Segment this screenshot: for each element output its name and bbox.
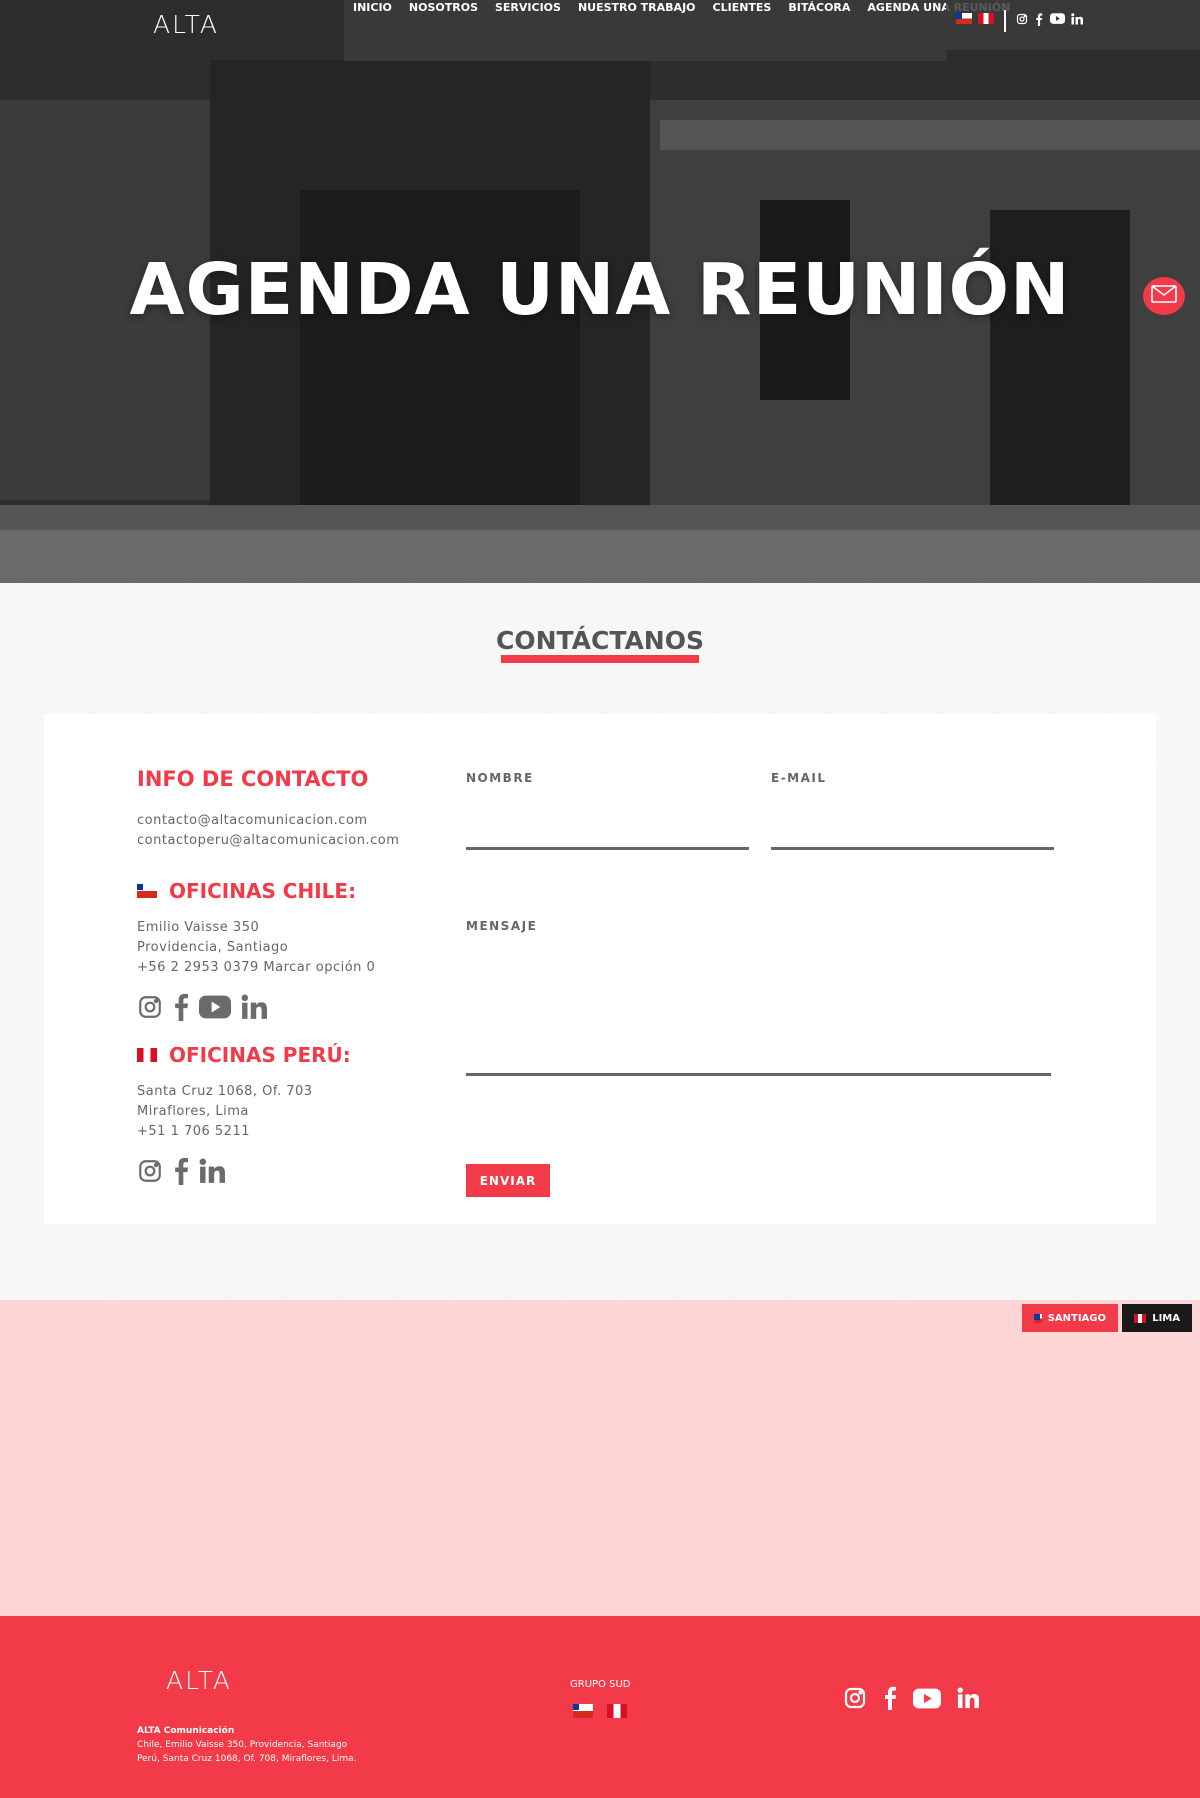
footer-address-chile: Chile, Emilio Vaisse 350, Providencia, S…	[137, 1740, 348, 1750]
envelope-icon	[1151, 285, 1177, 307]
email-input[interactable]	[771, 794, 1054, 834]
chile-city-line: Providencia, Santiago	[137, 940, 289, 955]
site-footer: ALTA ALTA Comunicación Chile, Emilio Vai…	[0, 1616, 1200, 1798]
footer-flags	[573, 1704, 627, 1718]
send-button[interactable]: ENVIAR	[466, 1164, 550, 1197]
map-area[interactable]: SANTIAGO LIMA	[0, 1300, 1200, 1616]
chile-flag-icon[interactable]	[573, 1704, 593, 1718]
message-textarea-underline	[466, 1073, 1051, 1076]
contact-info-title: INFO DE CONTACTO	[137, 767, 369, 791]
peru-flag-icon[interactable]	[607, 1704, 627, 1718]
instagram-icon[interactable]	[843, 1686, 867, 1710]
map-button-santiago[interactable]: SANTIAGO	[1022, 1304, 1118, 1332]
section-title: CONTÁCTANOS	[496, 626, 704, 655]
contact-card: INFO DE CONTACTO contacto@altacomunicaci…	[44, 714, 1156, 1224]
chile-flag-icon[interactable]	[956, 13, 972, 24]
chile-phone-line: +56 2 2953 0379 Marcar opción 0	[137, 960, 376, 975]
chile-social-icons	[137, 993, 267, 1021]
chile-flag-icon	[1034, 1313, 1042, 1323]
peru-social-icons	[137, 1157, 225, 1185]
footer-company-name: ALTA Comunicación	[137, 1726, 235, 1736]
email-link-peru[interactable]: contactoperu@altacomunicacion.com	[137, 833, 399, 848]
office-chile-title: OFICINAS CHILE:	[137, 879, 356, 903]
peru-flag-icon	[1134, 1313, 1147, 1323]
map-button-santiago-label: SANTIAGO	[1047, 1312, 1106, 1324]
nav-item-inicio[interactable]: INICIO	[353, 0, 392, 61]
page-title: AGENDA UNA REUNIÓN	[129, 248, 1071, 331]
hero-banner: ALTA INICIO NOSOTROS SERVICIOS NUESTRO T…	[0, 0, 1200, 583]
footer-social-icons	[843, 1686, 979, 1710]
peru-flag-icon[interactable]	[978, 13, 994, 24]
contact-section: CONTÁCTANOS INFO DE CONTACTO contacto@al…	[0, 583, 1200, 1300]
chile-flag-icon	[137, 884, 157, 898]
name-input-underline	[466, 847, 749, 850]
footer-logo[interactable]: ALTA	[166, 1666, 232, 1695]
chile-address-line: Emilio Vaisse 350	[137, 920, 260, 935]
instagram-icon[interactable]	[1016, 13, 1028, 25]
site-logo[interactable]: ALTA	[153, 10, 219, 39]
youtube-icon[interactable]	[1050, 13, 1065, 24]
peru-address-line: Santa Cruz 1068, Of. 703	[137, 1084, 313, 1099]
youtube-icon[interactable]	[199, 993, 231, 1021]
message-label: MENSAJE	[466, 919, 538, 933]
email-link-chile[interactable]: contacto@altacomunicacion.com	[137, 813, 368, 828]
contact-mail-button[interactable]	[1143, 277, 1185, 315]
instagram-icon[interactable]	[137, 993, 163, 1021]
nav-item-nuestro-trabajo[interactable]: NUESTRO TRABAJO	[578, 0, 696, 61]
email-label: E-MAIL	[771, 771, 827, 785]
footer-address-peru: Perú, Santa Cruz 1068, Of. 708, Miraflor…	[137, 1754, 357, 1764]
name-input[interactable]	[466, 794, 749, 834]
peru-phone-line: +51 1 706 5211	[137, 1124, 250, 1139]
map-button-lima[interactable]: LIMA	[1122, 1304, 1192, 1332]
footer-group-label: GRUPO SUD	[570, 1679, 631, 1690]
linkedin-icon[interactable]	[1071, 13, 1083, 25]
message-textarea[interactable]	[466, 942, 1055, 1072]
facebook-icon[interactable]	[173, 993, 189, 1021]
nav-item-clientes[interactable]: CLIENTES	[713, 0, 772, 61]
main-nav: INICIO NOSOTROS SERVICIOS NUESTRO TRABAJ…	[344, 0, 1010, 61]
office-peru-label: OFICINAS PERÚ:	[169, 1043, 351, 1067]
youtube-icon[interactable]	[913, 1686, 941, 1710]
facebook-icon[interactable]	[1034, 13, 1044, 26]
name-label: NOMBRE	[466, 771, 534, 785]
map-button-lima-label: LIMA	[1152, 1312, 1180, 1324]
peru-city-line: Miraflores, Lima	[137, 1104, 249, 1119]
topbar-language-social	[946, 0, 1200, 50]
title-underline	[501, 655, 699, 663]
divider	[1004, 10, 1006, 32]
linkedin-icon[interactable]	[241, 993, 267, 1021]
office-peru-title: OFICINAS PERÚ:	[137, 1043, 351, 1067]
instagram-icon[interactable]	[137, 1157, 163, 1185]
facebook-icon[interactable]	[173, 1157, 189, 1185]
nav-item-bitacora[interactable]: BITÁCORA	[788, 0, 850, 61]
nav-item-servicios[interactable]: SERVICIOS	[495, 0, 561, 61]
peru-flag-icon	[137, 1048, 157, 1062]
linkedin-icon[interactable]	[957, 1686, 979, 1710]
email-input-underline	[771, 847, 1054, 850]
linkedin-icon[interactable]	[199, 1157, 225, 1185]
nav-item-nosotros[interactable]: NOSOTROS	[409, 0, 478, 61]
facebook-icon[interactable]	[883, 1686, 897, 1710]
office-chile-label: OFICINAS CHILE:	[169, 879, 357, 903]
